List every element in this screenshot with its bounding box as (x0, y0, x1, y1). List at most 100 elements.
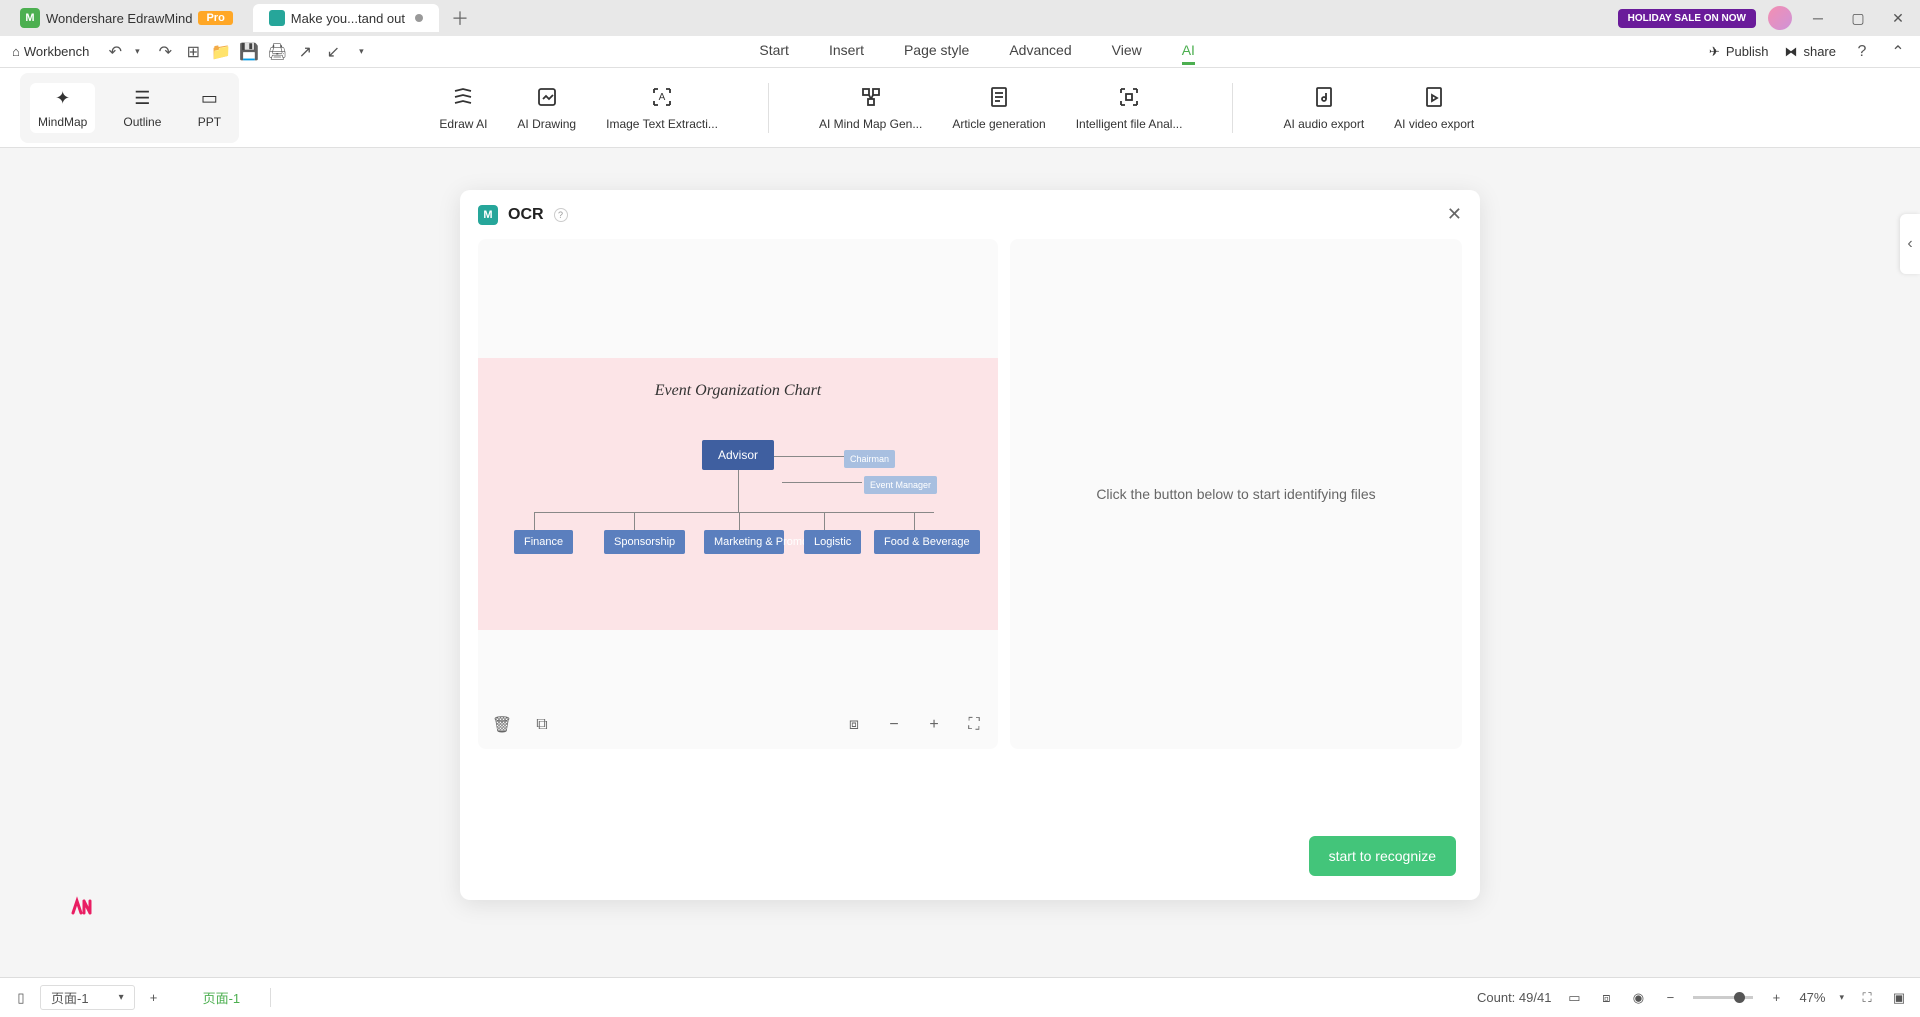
org-node-event-manager: Event Manager (864, 476, 937, 494)
view-mindmap[interactable]: ✦ MindMap (30, 83, 95, 133)
zoom-out-statusbar[interactable]: − (1661, 989, 1679, 1007)
ocr-dialog: M OCR ? ✕ Event Organization Chart (460, 190, 1480, 900)
org-node-sponsorship: Sponsorship (604, 530, 685, 554)
presentation-button[interactable]: ▣ (1890, 989, 1908, 1007)
org-node-chairman: Chairman (844, 450, 895, 468)
open-file-button[interactable]: 📁 (211, 42, 231, 62)
ocr-placeholder-text: Click the button below to start identify… (1096, 486, 1375, 502)
menu-advanced[interactable]: Advanced (1009, 38, 1071, 65)
add-tab-button[interactable]: ＋ (451, 5, 469, 31)
view-mode-group: ✦ MindMap ☰ Outline ▭ PPT (20, 73, 239, 143)
user-avatar[interactable] (1768, 6, 1792, 30)
document-title: Make you...tand out (291, 11, 405, 26)
menu-tabs: Start Insert Page style Advanced View AI (759, 38, 1195, 65)
crop-button[interactable]: ⧈ (844, 715, 864, 735)
delete-image-button[interactable]: 🗑 (492, 715, 512, 735)
ai-video-export-tool[interactable]: AI video export (1394, 83, 1474, 133)
node-count-label: Count: 49/41 (1477, 990, 1551, 1005)
replace-image-button[interactable]: ⧉ (532, 715, 552, 735)
menu-start[interactable]: Start (759, 38, 789, 65)
article-generation-tool[interactable]: Article generation (952, 83, 1045, 133)
ribbon-divider (1232, 83, 1233, 133)
ocr-source-panel: Event Organization Chart Advisor Chairma… (478, 239, 998, 749)
import-button[interactable]: ↙ (323, 42, 343, 62)
ocr-close-button[interactable]: ✕ (1447, 204, 1462, 225)
status-bar: ▯ 页面-1 ▾ + 页面-1 Count: 49/41 ▭ ⧈ ◉ − + 4… (0, 977, 1920, 1017)
pro-badge: Pro (198, 11, 232, 25)
fit-screen-button[interactable]: ⛶ (964, 715, 984, 735)
zoom-in-button[interactable]: + (924, 715, 944, 735)
ai-audio-export-tool[interactable]: AI audio export (1283, 83, 1364, 133)
document-tab[interactable]: Make you...tand out (253, 4, 439, 32)
ocr-result-panel: Click the button below to start identify… (1010, 239, 1462, 749)
workbench-button[interactable]: ⌂ Workbench (12, 44, 89, 59)
add-page-button[interactable]: + (145, 989, 163, 1007)
view-outline[interactable]: ☰ Outline (115, 83, 169, 133)
ai-tools-group: Edraw AI AI Drawing A Image Text Extract… (439, 83, 1474, 133)
fullscreen-button[interactable]: ⛶ (1858, 989, 1876, 1007)
help-button[interactable]: ? (1852, 42, 1872, 62)
undo-button[interactable]: ↶ (105, 42, 125, 62)
redo-button[interactable]: ↷ (155, 42, 175, 62)
chart-preview-image: Event Organization Chart Advisor Chairma… (478, 358, 998, 630)
publish-button[interactable]: ✈ Publish (1709, 44, 1769, 60)
audio-export-icon (1310, 83, 1338, 111)
image-text-extraction-tool[interactable]: A Image Text Extracti... (606, 83, 718, 133)
zoom-dropdown-icon[interactable]: ▾ (1839, 992, 1844, 1003)
close-button[interactable]: ✕ (1884, 4, 1912, 32)
page-tab[interactable]: 页面-1 (173, 988, 272, 1007)
titlebar: M Wondershare EdrawMind Pro Make you...t… (0, 0, 1920, 36)
mindmap-icon: ✦ (51, 87, 75, 111)
ocr-title: OCR (508, 206, 544, 224)
share-button[interactable]: ⧓ share (1784, 44, 1836, 60)
ai-drawing-tool[interactable]: AI Drawing (517, 83, 576, 133)
org-chart-tree: Advisor Chairman Event Manager Finance S… (494, 420, 982, 600)
maximize-button[interactable]: ▢ (1844, 4, 1872, 32)
app-tab[interactable]: M Wondershare EdrawMind Pro (8, 4, 245, 32)
article-gen-icon (985, 83, 1013, 111)
zoom-slider[interactable] (1693, 996, 1753, 999)
ribbon-divider (768, 83, 769, 133)
menu-view[interactable]: View (1112, 38, 1142, 65)
chart-title: Event Organization Chart (494, 382, 982, 400)
page-selector[interactable]: 页面-1 ▾ (40, 985, 135, 1010)
share-icon: ⧓ (1784, 44, 1797, 60)
page-panel-toggle[interactable]: ▯ (12, 989, 30, 1007)
edraw-ai-tool[interactable]: Edraw AI (439, 83, 487, 133)
fit-width-button[interactable]: ⧈ (1597, 989, 1615, 1007)
view-ppt[interactable]: ▭ PPT (189, 83, 229, 133)
svg-text:A: A (659, 92, 666, 103)
new-file-button[interactable]: ⊞ (183, 42, 203, 62)
dropdown-icon: ▾ (119, 992, 124, 1003)
holiday-sale-badge[interactable]: HOLIDAY SALE ON NOW (1618, 9, 1756, 28)
collapse-ribbon-button[interactable]: ⌃ (1888, 42, 1908, 62)
org-node-logistic: Logistic (804, 530, 861, 554)
zoom-level-label: 47% (1799, 990, 1825, 1005)
org-node-marketing: Marketing & Promotion (704, 530, 784, 554)
print-button[interactable]: 🖨 (267, 42, 287, 62)
center-view-button[interactable]: ◉ (1629, 989, 1647, 1007)
ai-mindmap-gen-tool[interactable]: AI Mind Map Gen... (819, 83, 922, 133)
menu-insert[interactable]: Insert (829, 38, 864, 65)
minimize-button[interactable]: ─ (1804, 4, 1832, 32)
mindmap-gen-icon (857, 83, 885, 111)
fit-page-button[interactable]: ▭ (1565, 989, 1583, 1007)
org-node-advisor: Advisor (702, 440, 774, 470)
menu-ai[interactable]: AI (1182, 38, 1195, 65)
menu-page-style[interactable]: Page style (904, 38, 969, 65)
source-panel-toolbar: 🗑 ⧉ ⧈ − + ⛶ (492, 715, 984, 735)
start-recognize-button[interactable]: start to recognize (1309, 836, 1456, 876)
org-node-food-beverage: Food & Beverage (874, 530, 980, 554)
zoom-in-statusbar[interactable]: + (1767, 989, 1785, 1007)
undo-dropdown[interactable]: ▾ (127, 42, 147, 62)
save-button[interactable]: 💾 (239, 42, 259, 62)
more-toolbar-dropdown[interactable]: ▾ (351, 42, 371, 62)
right-panel-collapse[interactable]: ‹ (1900, 214, 1920, 274)
ocr-footer: start to recognize (1309, 836, 1456, 876)
zoom-out-button[interactable]: − (884, 715, 904, 735)
ocr-logo-icon: M (478, 205, 498, 225)
ai-assistant-badge[interactable] (70, 893, 94, 917)
intelligent-file-analysis-tool[interactable]: Intelligent file Anal... (1076, 83, 1183, 133)
export-button[interactable]: ↗ (295, 42, 315, 62)
ocr-info-icon[interactable]: ? (554, 208, 568, 222)
